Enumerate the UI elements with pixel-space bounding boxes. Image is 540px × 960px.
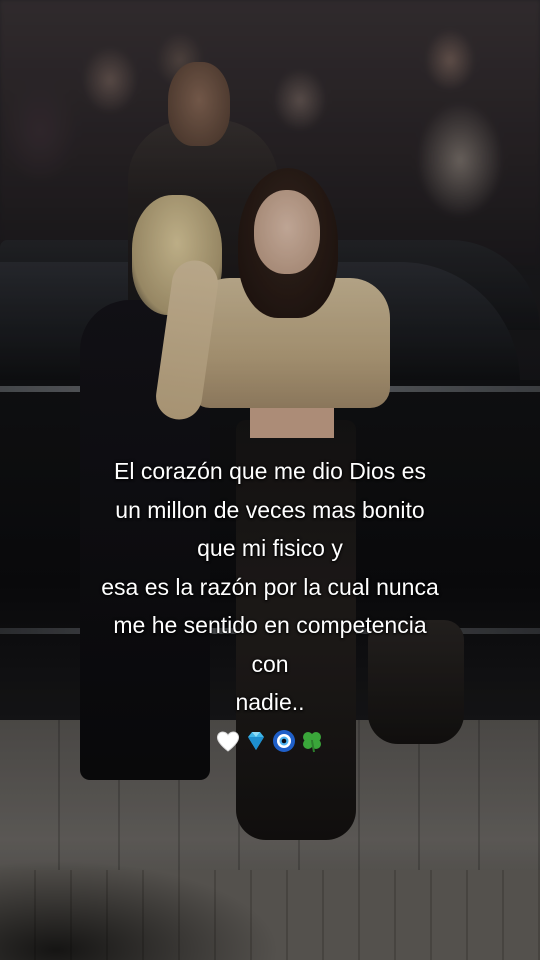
emoji-row <box>20 728 520 754</box>
gem-icon <box>243 728 269 754</box>
white-heart-icon <box>215 728 241 754</box>
caption-line: nadie.. <box>235 689 305 715</box>
caption-line: me he sentido en competencia <box>113 612 427 638</box>
caption-line: El corazón que me dio Dios es <box>114 458 426 484</box>
caption-line: un millon de veces mas bonito <box>115 496 425 523</box>
caption-overlay: El corazón que me dio Dios es un millon … <box>20 452 520 754</box>
four-leaf-clover-icon <box>299 728 325 754</box>
caption-line: que mi fisico y <box>197 535 343 561</box>
nazar-amulet-icon <box>271 728 297 754</box>
corner-shadow <box>0 860 280 960</box>
caption-line: esa es la razón por la cual nunca <box>101 573 439 600</box>
caption-line: con <box>251 650 289 677</box>
